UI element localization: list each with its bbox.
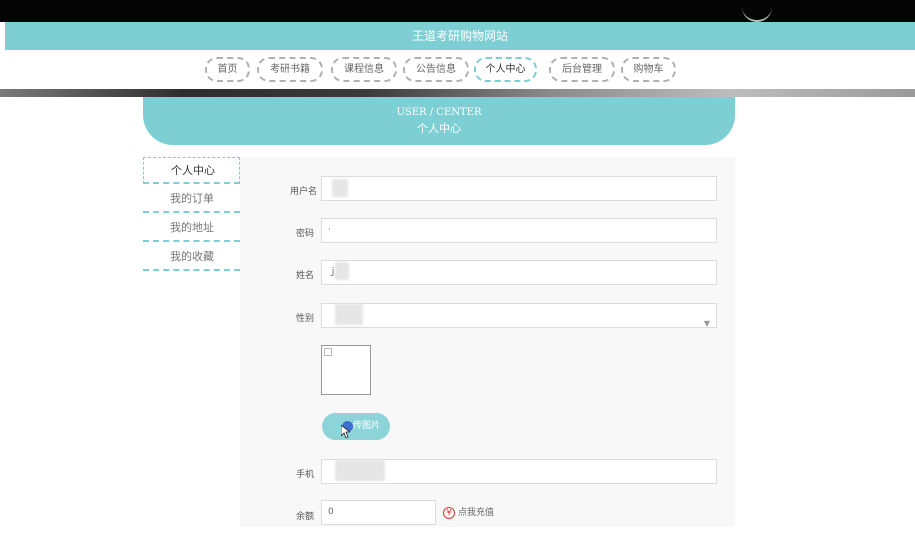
yen-icon: ¥ [443, 507, 455, 519]
section-header-en: USER / CENTER [396, 107, 482, 118]
sidebar: 个人中心 我的订单 我的地址 我的收藏 [143, 157, 240, 273]
site-title: 王道考研购物网站 [5, 22, 915, 50]
nav-courses[interactable]: 课程信息 [331, 57, 397, 82]
gender-select[interactable]: ▼ [321, 303, 717, 328]
sidebar-item-user-center[interactable]: 个人中心 [143, 157, 240, 184]
redacted-username [332, 179, 348, 197]
watermark [783, 522, 863, 528]
sidebar-item-address[interactable]: 我的地址 [143, 215, 240, 242]
top-black-bar [0, 0, 915, 22]
banner-strip [0, 89, 915, 97]
password-field[interactable]: · [321, 218, 717, 243]
nav-home[interactable]: 首页 [205, 57, 250, 82]
mouse-cursor-icon [341, 425, 350, 438]
nav-admin[interactable]: 后台管理 [549, 57, 615, 82]
name-field[interactable]: ｊ [321, 260, 717, 285]
username-field[interactable] [321, 176, 717, 201]
nav-cart[interactable]: 购物车 [621, 57, 676, 82]
nav-announcements[interactable]: 公告信息 [403, 57, 469, 82]
main-nav: 首页 考研书籍 课程信息 公告信息 个人中心 后台管理 购物车 [5, 50, 915, 90]
name-label: 姓名 [296, 271, 315, 281]
nav-books[interactable]: 考研书籍 [257, 57, 323, 82]
chevron-down-icon: ▼ [703, 319, 710, 328]
upload-image-button[interactable]: 上传图片 [322, 413, 390, 440]
redacted-name [335, 262, 349, 280]
sidebar-item-orders[interactable]: 我的订单 [143, 186, 240, 213]
phone-label: 手机 [296, 470, 315, 480]
page: 王道考研购物网站 首页 考研书籍 课程信息 公告信息 个人中心 后台管理 购物车… [0, 0, 915, 537]
recharge-link[interactable]: ¥ 点我充值 [443, 505, 494, 519]
nav-user-center[interactable]: 个人中心 [474, 57, 537, 82]
balance-label: 余额 [296, 512, 315, 522]
username-label: 用户名 [290, 187, 318, 197]
broken-image-icon [324, 348, 332, 356]
password-label: 密码 [296, 229, 315, 239]
section-header-cn: 个人中心 [417, 122, 461, 135]
profile-form: 用户名 密码 · 姓名 ｊ 性别 ▼ 上传图片 手机 余额 0 ¥ 点我充值 [240, 157, 735, 527]
section-header: USER / CENTER 个人中心 [143, 97, 735, 145]
balance-field[interactable]: 0 [321, 500, 436, 525]
redacted-phone [335, 460, 385, 481]
sidebar-item-favorites[interactable]: 我的收藏 [143, 244, 240, 271]
avatar-preview [321, 345, 371, 395]
gender-label: 性别 [296, 314, 315, 324]
recharge-label: 点我充值 [458, 508, 495, 518]
decorative-arc [742, 6, 772, 22]
redacted-gender [335, 304, 363, 325]
